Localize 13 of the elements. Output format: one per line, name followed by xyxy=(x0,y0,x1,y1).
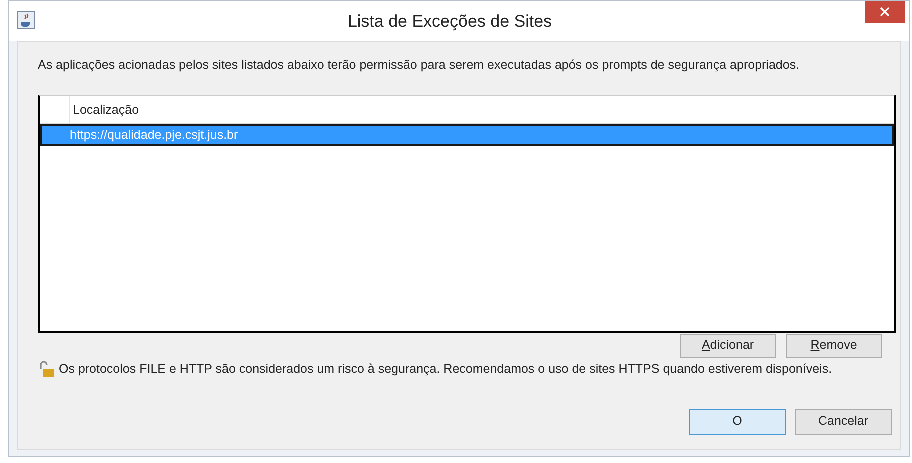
close-button[interactable] xyxy=(865,1,905,23)
security-warning-text: Os protocolos FILE e HTTP são considerados um risco à segurança. Recomendamos o uso de sites HTTPS quando estiverem disponíveis. xyxy=(59,360,832,378)
dialog-button[interactable]: Cancelar xyxy=(795,408,892,434)
list-action-button[interactable]: Adicionar xyxy=(680,334,776,358)
unlocked-padlock-icon xyxy=(39,361,55,378)
table-cell-text: https://qualidade.pje.csjt.jus.br xyxy=(70,126,238,144)
close-icon xyxy=(880,7,890,17)
dialog-button[interactable]: O xyxy=(689,408,786,434)
list-action-button[interactable]: Remove xyxy=(786,334,882,358)
column-header: Localização xyxy=(72,102,140,119)
window-title: Lista de Exceções de Sites xyxy=(346,11,554,33)
description-text: As aplicações acionadas pelos sites listados abaixo terão permissão para serem executadas após os prompts de segurança apropriados. xyxy=(38,57,801,74)
java-cup-icon xyxy=(17,11,35,29)
